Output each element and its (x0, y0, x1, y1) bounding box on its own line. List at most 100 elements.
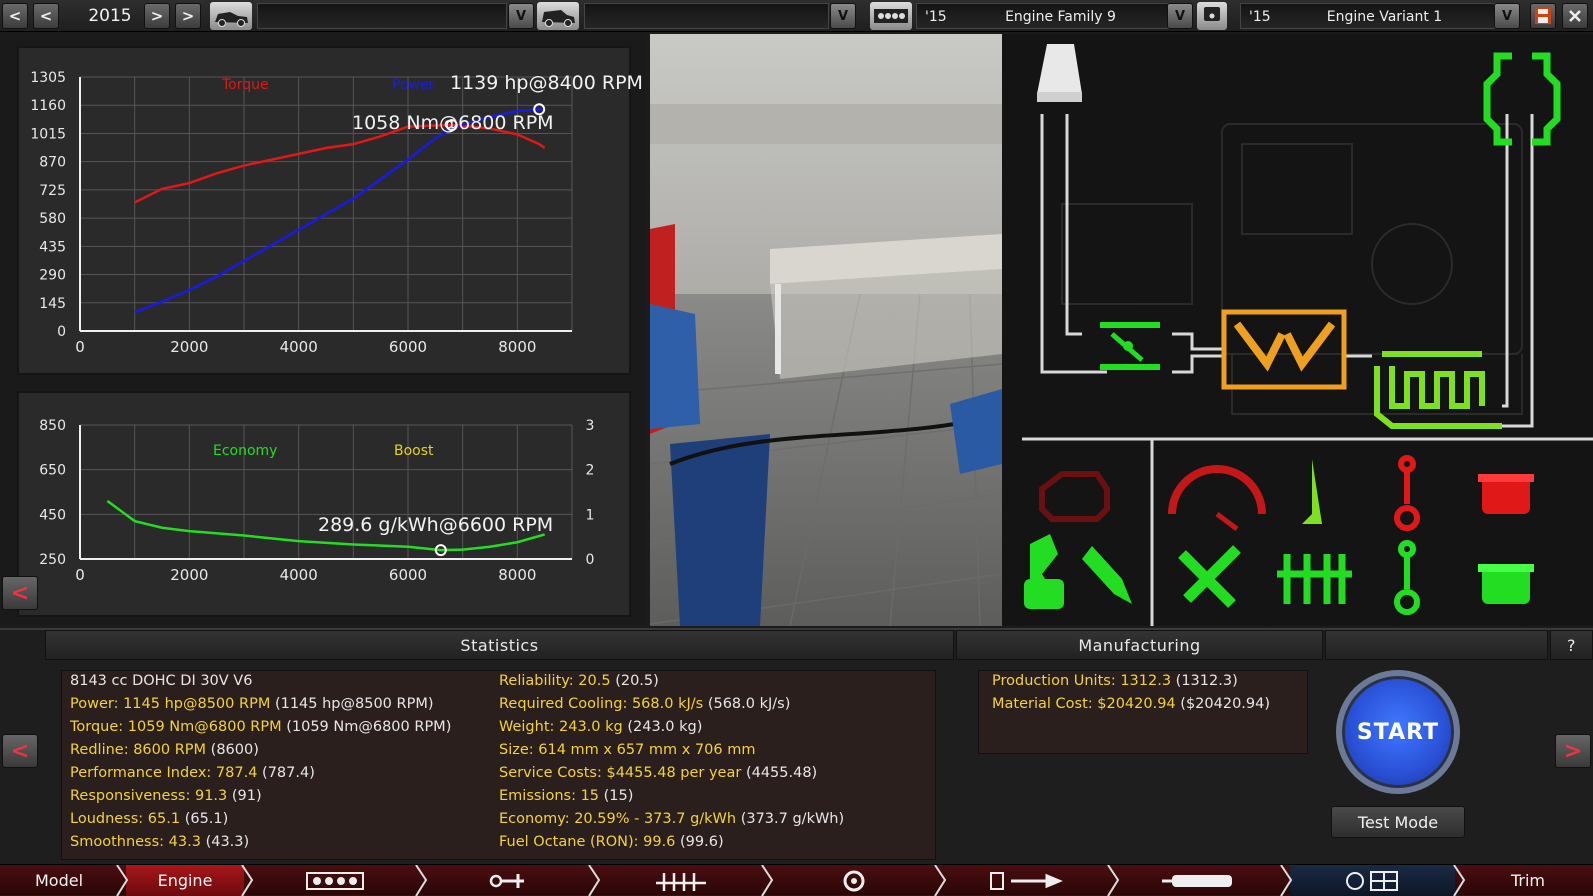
y-tick-label: 0 (57, 324, 66, 340)
statistics-header: Statistics (45, 630, 954, 660)
nav-testing-icon[interactable] (1290, 865, 1455, 896)
nav-crank-icon[interactable] (425, 865, 590, 896)
nav-separator-7 (1107, 865, 1120, 896)
nav-fuel-icon[interactable] (944, 865, 1109, 896)
y-tick-label: 290 (39, 268, 66, 284)
save-icon[interactable] (1530, 3, 1556, 29)
model-dropdown[interactable] (257, 3, 507, 29)
trim-dropdown-button[interactable]: V (830, 3, 856, 29)
engine-check-icon[interactable] (1039, 471, 1110, 522)
tachometer-icon[interactable] (1168, 465, 1266, 531)
piston-green-icon[interactable] (1478, 564, 1534, 604)
x-tick-label: 4000 (280, 566, 318, 584)
nav-trim[interactable]: Trim (1463, 865, 1593, 896)
stat-smoothness: Smoothness: 43.3 (43.3) (70, 834, 250, 850)
stat-redline: Redline: 8600 RPM (8600) (70, 742, 259, 758)
nav-block-icon[interactable] (252, 865, 417, 896)
close-icon[interactable] (1562, 3, 1588, 29)
engine-schematic (1002, 34, 1593, 626)
x-tick-label: 2000 (170, 566, 208, 584)
nav-camshaft-icon[interactable] (598, 865, 763, 896)
stat-size: Size: 614 mm x 657 mm x 706 mm (499, 742, 756, 758)
engine-family-dropdown[interactable]: '15 Engine Family 9 (916, 3, 1171, 29)
throttle-body-icon[interactable] (1100, 322, 1160, 370)
stat-reliability: Reliability: 20.5 (20.5) (499, 673, 659, 689)
engine-variant-dropdown[interactable]: '15 Engine Variant 1 (1240, 3, 1495, 29)
x-tick-label: 8000 (498, 566, 536, 584)
conrod-green-icon[interactable] (1394, 540, 1420, 615)
y-tick-label: 450 (39, 507, 66, 523)
nav-model[interactable]: Model (0, 865, 118, 896)
prev-stage-button[interactable]: < (2, 734, 38, 768)
nav-separator-1 (116, 865, 129, 896)
y-tick-label: 435 (39, 239, 66, 255)
valve-icon[interactable] (1302, 459, 1322, 524)
spark-plug-icon[interactable] (1082, 546, 1132, 604)
nav-separator-5 (761, 865, 774, 896)
bottom-panel: Statistics Manufacturing ? 8143 cc DOHC … (0, 628, 1593, 864)
camshaft-icon[interactable] (1277, 554, 1352, 604)
tuning-wrench-icon[interactable] (1178, 545, 1241, 608)
y2-tick-label: 3 (586, 418, 595, 434)
engine-3d-view[interactable] (650, 34, 1002, 626)
next-stage-button[interactable]: > (1555, 734, 1591, 768)
series-line-torque (134, 123, 546, 204)
economy-boost-chart: 250 450 650 850 0 1 2 3 0 2000 4000 6000 8000 (39, 418, 595, 584)
y-tick-label: 870 (39, 155, 66, 171)
stat-performance-index: Performance Index: 787.4 (787.4) (70, 765, 315, 781)
year-prev-prev-button[interactable]: < (2, 3, 28, 29)
test-mode-button[interactable]: Test Mode (1331, 806, 1465, 838)
y2-tick-label: 0 (586, 552, 595, 568)
stat-torque: Torque: 1059 Nm@6800 RPM (1059 Nm@6800 R… (70, 719, 452, 735)
economy-annotation: 289.6 g/kWh@6600 RPM (318, 514, 554, 536)
stat-responsiveness: Responsiveness: 91.3 (91) (70, 788, 262, 804)
y-tick-label: 850 (39, 418, 66, 434)
y-tick-label: 725 (39, 183, 66, 199)
top-bar: < < 2015 > > V V '15 Engine Family 9 V '… (0, 0, 1593, 32)
intake-manifold-icon[interactable] (1221, 309, 1347, 390)
stat-fuel-octane: Fuel Octane (RON): 99.6 (99.6) (499, 834, 724, 850)
engine-family-dropdown-button[interactable]: V (1167, 3, 1193, 29)
conrod-red-icon[interactable] (1394, 455, 1420, 531)
x-tick-label: 6000 (389, 566, 427, 584)
turbo-icon[interactable] (1024, 534, 1064, 609)
car-model-icon[interactable] (210, 2, 252, 30)
y-tick-label: 650 (39, 463, 66, 479)
nav-separator-3 (415, 865, 428, 896)
engine-block-icon (870, 2, 912, 30)
engine-variant-dropdown-button[interactable]: V (1494, 3, 1520, 29)
nav-exhaust-icon[interactable] (1117, 865, 1282, 896)
car-trim-icon[interactable] (537, 2, 579, 30)
stat-required-cooling: Required Cooling: 568.0 kJ/s (568.0 kJ/s… (499, 696, 791, 712)
stat-loudness: Loudness: 65.1 (65.1) (70, 811, 229, 827)
model-dropdown-button[interactable]: V (508, 3, 534, 29)
stat-power: Power: 1145 hp@8500 RPM (1145 hp@8500 RP… (70, 696, 434, 712)
economy-legend-label: Economy (213, 443, 278, 459)
x-tick-label: 8000 (498, 338, 536, 356)
stage-nav-bar: Model Engine Trim (0, 864, 1593, 896)
exhaust-manifold-icon[interactable] (1374, 351, 1502, 429)
help-button[interactable]: ? (1550, 630, 1593, 660)
y-tick-label: 580 (39, 211, 66, 227)
manufacturing-header: Manufacturing (956, 630, 1323, 660)
y-tick-label: 250 (39, 552, 66, 568)
y-tick-label: 145 (39, 296, 66, 312)
air-filter-icon[interactable] (1037, 44, 1082, 102)
piston-red-icon[interactable] (1478, 474, 1534, 514)
x-tick-label: 4000 (280, 338, 318, 356)
year-prev-button[interactable]: < (33, 3, 59, 29)
start-button[interactable]: START (1336, 670, 1460, 794)
trim-dropdown[interactable] (584, 3, 829, 29)
y2-tick-label: 1 (586, 507, 595, 523)
year-next-next-button[interactable]: > (175, 3, 201, 29)
power-annotation: 1139 hp@8400 RPM (450, 72, 643, 94)
chart-collapse-button[interactable]: < (2, 576, 38, 610)
torque-annotation: 1058 Nm@6800 RPM (352, 112, 554, 134)
year-next-button[interactable]: > (144, 3, 170, 29)
nav-engine[interactable]: Engine (126, 865, 244, 896)
stat-emissions: Emissions: 15 (15) (499, 788, 634, 804)
year-display: 2015 (88, 6, 132, 26)
stat-engine-desc: 8143 cc DOHC DI 30V V6 (70, 673, 253, 689)
nav-turbo-icon[interactable] (771, 865, 936, 896)
y-tick-label: 1305 (30, 70, 66, 86)
